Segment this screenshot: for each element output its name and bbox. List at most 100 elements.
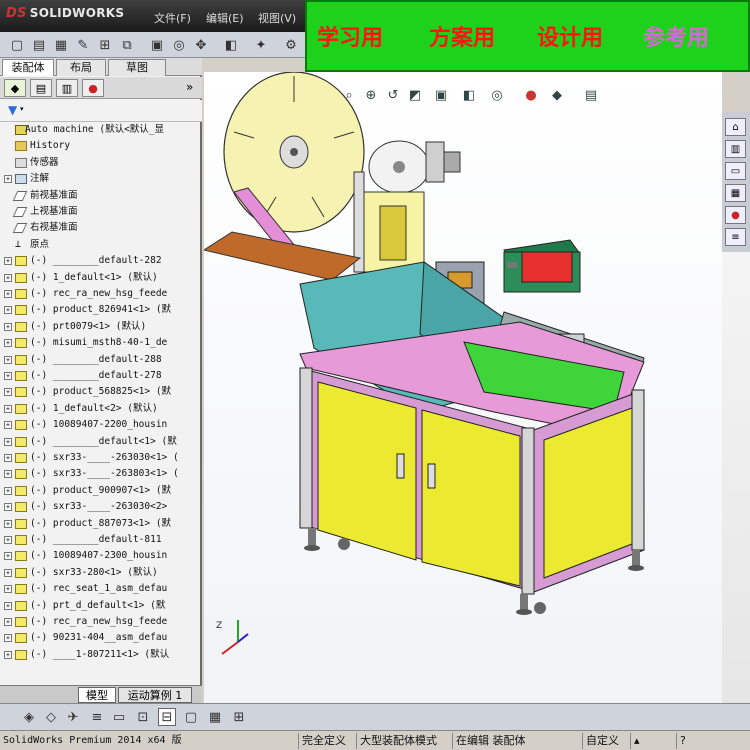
feature-manager-icon[interactable]: ◆ <box>4 79 26 97</box>
filter-icon[interactable]: ▼ <box>8 103 17 117</box>
tree-item[interactable]: + (-) prt0079<1> (默认) <box>0 319 202 335</box>
timeline-icon[interactable]: ≡ <box>88 708 106 726</box>
apply-scene-icon[interactable]: ◆ <box>548 86 566 104</box>
tree-item[interactable]: + (-) ________default-278 <box>0 368 202 384</box>
view-palette-icon[interactable]: ▦ <box>725 184 746 202</box>
tree-item[interactable]: + (-) sxr33-____-263030<1> ( <box>0 450 202 466</box>
zoom-fit-icon[interactable]: ⌕ <box>340 86 358 104</box>
expand-icon[interactable]: + <box>4 454 12 462</box>
tree-item[interactable]: + (-) sxr33-280<1> (默认) <box>0 565 202 581</box>
tree-item[interactable]: 前视基准面 <box>0 188 202 204</box>
tree-item[interactable]: + (-) 10089407-2200_housin <box>0 417 202 433</box>
mate-icon[interactable]: ⧉ <box>118 36 136 54</box>
expand-icon[interactable]: + <box>4 503 12 512</box>
keypoint-icon[interactable]: ▭ <box>110 708 128 726</box>
zoom-timeline-icon[interactable]: ⊟ <box>158 708 176 726</box>
expand-icon[interactable]: + <box>4 536 12 544</box>
reference-geometry-icon[interactable]: ⚙ <box>282 36 300 54</box>
view-settings-icon[interactable]: ▤ <box>582 86 600 104</box>
panel-more-button[interactable]: » <box>186 80 193 94</box>
calculate-icon[interactable]: ◇ <box>42 708 60 726</box>
tree-item[interactable]: 传感器 <box>0 155 202 171</box>
linear-pattern-icon[interactable]: ▣ <box>148 36 166 54</box>
save-icon[interactable]: ▦ <box>52 36 70 54</box>
show-hidden-icon[interactable]: ◧ <box>222 36 240 54</box>
tree-item[interactable]: + (-) sxr33-____-263030<2> <box>0 499 202 515</box>
tab-motion-study[interactable]: 运动算例 1 <box>118 687 192 703</box>
tab-model[interactable]: 模型 <box>78 687 116 703</box>
tree-item[interactable]: + (-) product_568825<1> (默 <box>0 384 202 400</box>
motor-icon[interactable]: ✈ <box>64 708 82 726</box>
tab-sketch[interactable]: 草图 <box>108 59 166 76</box>
expand-icon[interactable]: + <box>4 322 12 331</box>
property-manager-icon[interactable]: ▤ <box>30 79 52 97</box>
tree-item[interactable]: + (-) ________default<1> (默 <box>0 434 202 450</box>
tree-item[interactable]: ⊥ 原点 <box>0 237 202 253</box>
expand-icon[interactable]: + <box>4 634 12 643</box>
smart-fasteners-icon[interactable]: ◎ <box>170 36 188 54</box>
tree-item[interactable]: + (-) rec_seat_1_asm_defau <box>0 581 202 597</box>
menu-edit[interactable]: 编辑(E) <box>206 10 244 26</box>
expand-icon[interactable]: + <box>4 585 12 594</box>
expand-icon[interactable]: + <box>4 355 12 364</box>
expand-icon[interactable]: + <box>4 650 12 659</box>
expand-icon[interactable]: + <box>4 421 12 430</box>
tab-assembly[interactable]: 装配体 <box>2 59 54 76</box>
filter-timeline-icon[interactable]: ▢ <box>182 708 200 726</box>
resources-icon[interactable]: ⌂ <box>725 118 746 136</box>
tree-item[interactable]: + (-) product_887073<1> (默 <box>0 516 202 532</box>
tree-item[interactable]: + (-) sxr33-____-263803<1> ( <box>0 466 202 482</box>
edit-appearance-icon[interactable]: ● <box>522 86 540 104</box>
expand-icon[interactable]: + <box>4 470 12 479</box>
expand-icon[interactable]: + <box>4 372 12 380</box>
configuration-manager-icon[interactable]: ▥ <box>56 79 78 97</box>
pencil-icon[interactable]: ✎ <box>74 36 92 54</box>
appearances-icon[interactable]: ● <box>725 206 746 224</box>
solidworks-logo[interactable]: DS SOLIDWORKS <box>6 6 136 28</box>
tree-item[interactable]: 右视基准面 <box>0 220 202 236</box>
expand-icon[interactable]: + <box>4 568 12 577</box>
tree-item[interactable]: + (-) product_900907<1> (默 <box>0 483 202 499</box>
expand-icon[interactable]: + <box>4 388 12 397</box>
expand-icon[interactable]: + <box>4 618 12 626</box>
tab-layout[interactable]: 布局 <box>56 59 106 76</box>
tree-item[interactable]: + (-) prt_d_default<1> (默 <box>0 598 202 614</box>
expand-icon[interactable]: + <box>4 273 12 282</box>
section-view-icon[interactable]: ◩ <box>406 86 424 104</box>
expand-icon[interactable]: + <box>4 552 12 561</box>
expand-icon[interactable]: + <box>4 290 12 298</box>
move-component-icon[interactable]: ✥ <box>192 36 210 54</box>
tree-item[interactable]: + (-) misumi_msth8-40-1_de <box>0 335 202 351</box>
custom-properties-icon[interactable]: ≡ <box>725 228 746 246</box>
expand-icon[interactable]: + <box>4 486 12 495</box>
tree-item[interactable]: History <box>0 138 202 154</box>
new-document-icon[interactable]: ▢ <box>8 36 26 54</box>
expand-icon[interactable]: + <box>4 257 12 266</box>
view-orientation-icon[interactable]: ▣ <box>432 86 450 104</box>
expand-icon[interactable]: + <box>4 339 12 348</box>
hide-show-icon[interactable]: ◎ <box>488 86 506 104</box>
open-folder-icon[interactable]: ▤ <box>30 36 48 54</box>
tree-item[interactable]: + (-) ________default-288 <box>0 352 202 368</box>
expand-icon[interactable]: + <box>4 601 12 610</box>
save-animation-icon[interactable]: ⊞ <box>230 708 248 726</box>
motion-study-properties-icon[interactable]: ▦ <box>206 708 224 726</box>
tree-item[interactable]: + (-) rec_ra_new_hsg_feede <box>0 614 202 630</box>
insert-component-icon[interactable]: ⊞ <box>96 36 114 54</box>
expand-icon[interactable]: + <box>4 175 12 184</box>
tree-item[interactable]: + 注解 <box>0 171 202 187</box>
tree-item[interactable]: + (-) product_826941<1> (默 <box>0 302 202 318</box>
tree-item[interactable]: + (-) 90231-404__asm_defau <box>0 630 202 646</box>
status-custom[interactable]: 自定义 <box>582 733 622 749</box>
animation-icon[interactable]: ◈ <box>20 708 38 726</box>
graphics-area[interactable]: Z <box>204 72 722 703</box>
previous-view-icon[interactable]: ↺ <box>384 86 402 104</box>
tree-item[interactable]: + (-) ____1-807211<1> (默认 <box>0 647 202 663</box>
menu-view[interactable]: 视图(V) <box>258 10 296 26</box>
tree-root[interactable]: Auto machine (默认<默认_显 <box>0 122 202 138</box>
menu-file[interactable]: 文件(F) <box>154 10 191 26</box>
expand-icon[interactable]: + <box>4 437 12 446</box>
status-units-dropdown[interactable]: ▴ <box>630 733 643 749</box>
status-help-icon[interactable]: ? <box>676 733 750 749</box>
tree-item[interactable]: + (-) ________default-811 <box>0 532 202 548</box>
